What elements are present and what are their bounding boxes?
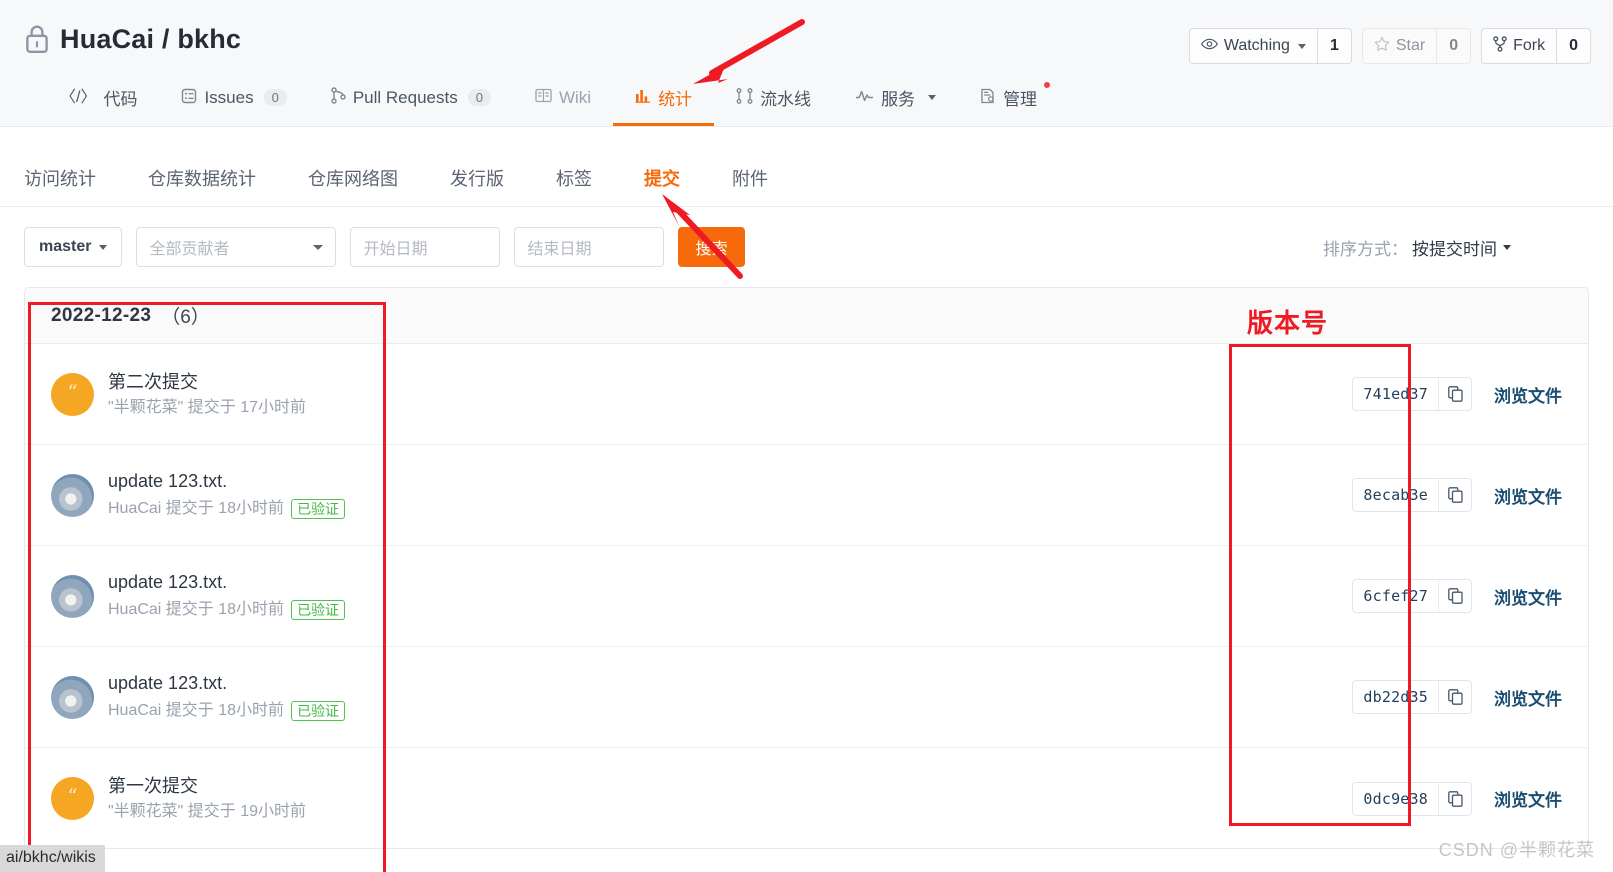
browser-status-bar: ai/bkhc/wikis xyxy=(0,845,105,872)
annotation-arrow-commits-tab xyxy=(662,194,743,279)
watermark: CSDN @半颗花菜 xyxy=(1438,840,1595,860)
page-root: HuaCai / bkhc Watching 1 Star 0 Fork 0 〈… xyxy=(0,0,1613,872)
